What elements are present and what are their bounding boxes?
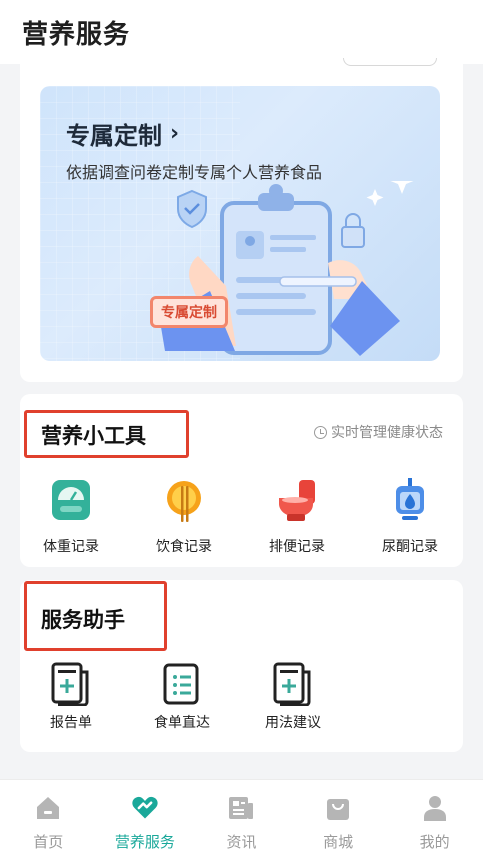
tool-label: 排便记录	[269, 539, 325, 555]
service-label: 报告单	[50, 715, 92, 731]
page-title: 营养服务	[22, 20, 131, 50]
tools-section-title: 营养小工具	[41, 424, 146, 448]
nav-nutrition-service[interactable]: 营养服务	[97, 780, 194, 859]
toilet-icon	[279, 480, 315, 521]
tool-ketone-record[interactable]: 尿酮记录	[365, 478, 455, 556]
tools-hint: 实时管理健康状态	[314, 422, 443, 442]
tools-hint-text: 实时管理健康状态	[331, 425, 443, 441]
nav-shop[interactable]: 商城	[290, 780, 387, 859]
drip-icon	[396, 478, 424, 520]
news-icon	[229, 797, 254, 819]
bottom-nav: 首页 营养服务 资讯 商城 我的	[0, 779, 483, 859]
service-label: 食单直达	[154, 715, 210, 731]
top-header: 营养服务	[0, 0, 483, 64]
clipboard-illustration	[160, 181, 414, 356]
heart-handshake-icon	[132, 796, 158, 819]
nav-home[interactable]: 首页	[0, 780, 97, 859]
tool-diet-record[interactable]: 饮食记录	[139, 478, 229, 556]
food-icon	[167, 481, 201, 522]
tool-bowel-record[interactable]: 排便记录	[252, 478, 342, 556]
service-label: 用法建议	[265, 715, 321, 731]
nav-profile[interactable]: 我的	[386, 780, 483, 859]
custom-badge: 专属定制	[150, 296, 228, 328]
profile-icon	[423, 796, 446, 821]
nav-label: 营养服务	[114, 833, 175, 851]
tool-weight-record[interactable]: 体重记录	[26, 478, 116, 556]
custom-plan-banner[interactable]: 专属定制 › 依据调查问卷定制专属个人营养食品 专属定制	[40, 86, 440, 361]
services-section-title: 服务助手	[41, 608, 125, 632]
nav-label: 资讯	[226, 833, 257, 851]
nav-label: 首页	[33, 833, 64, 851]
banner-subtitle: 依据调查问卷定制专属个人营养食品	[66, 163, 323, 182]
service-report[interactable]: 报告单	[31, 662, 111, 732]
tool-label: 尿酮记录	[382, 539, 438, 555]
custom-banner-card: 专属定制 › 依据调查问卷定制专属个人营养食品 专属定制	[20, 58, 463, 382]
service-menu[interactable]: 食单直达	[142, 662, 222, 732]
service-assistant-card: 服务助手 报告单 食单直达 用法建议	[20, 580, 463, 752]
partial-button-outline	[343, 58, 437, 66]
nav-label: 商城	[323, 833, 354, 851]
tool-label: 饮食记录	[156, 539, 212, 555]
scale-icon	[52, 480, 90, 520]
advice-icon	[273, 662, 311, 706]
banner-title-text: 专属定制	[66, 122, 162, 150]
nutrition-tools-card: 营养小工具 实时管理健康状态 体重记录 饮食记录 排便记录 尿酮记录	[20, 394, 463, 567]
banner-title: 专属定制 ›	[66, 116, 179, 151]
service-advice[interactable]: 用法建议	[253, 662, 333, 732]
nav-label: 我的	[419, 833, 450, 851]
shop-icon	[327, 799, 350, 820]
home-icon	[37, 797, 60, 819]
chevron-right-icon: ›	[170, 121, 180, 146]
menu-icon	[163, 663, 199, 705]
report-icon	[51, 662, 89, 706]
tool-label: 体重记录	[43, 539, 99, 555]
nav-news[interactable]: 资讯	[193, 780, 290, 859]
clock-icon	[314, 425, 327, 439]
